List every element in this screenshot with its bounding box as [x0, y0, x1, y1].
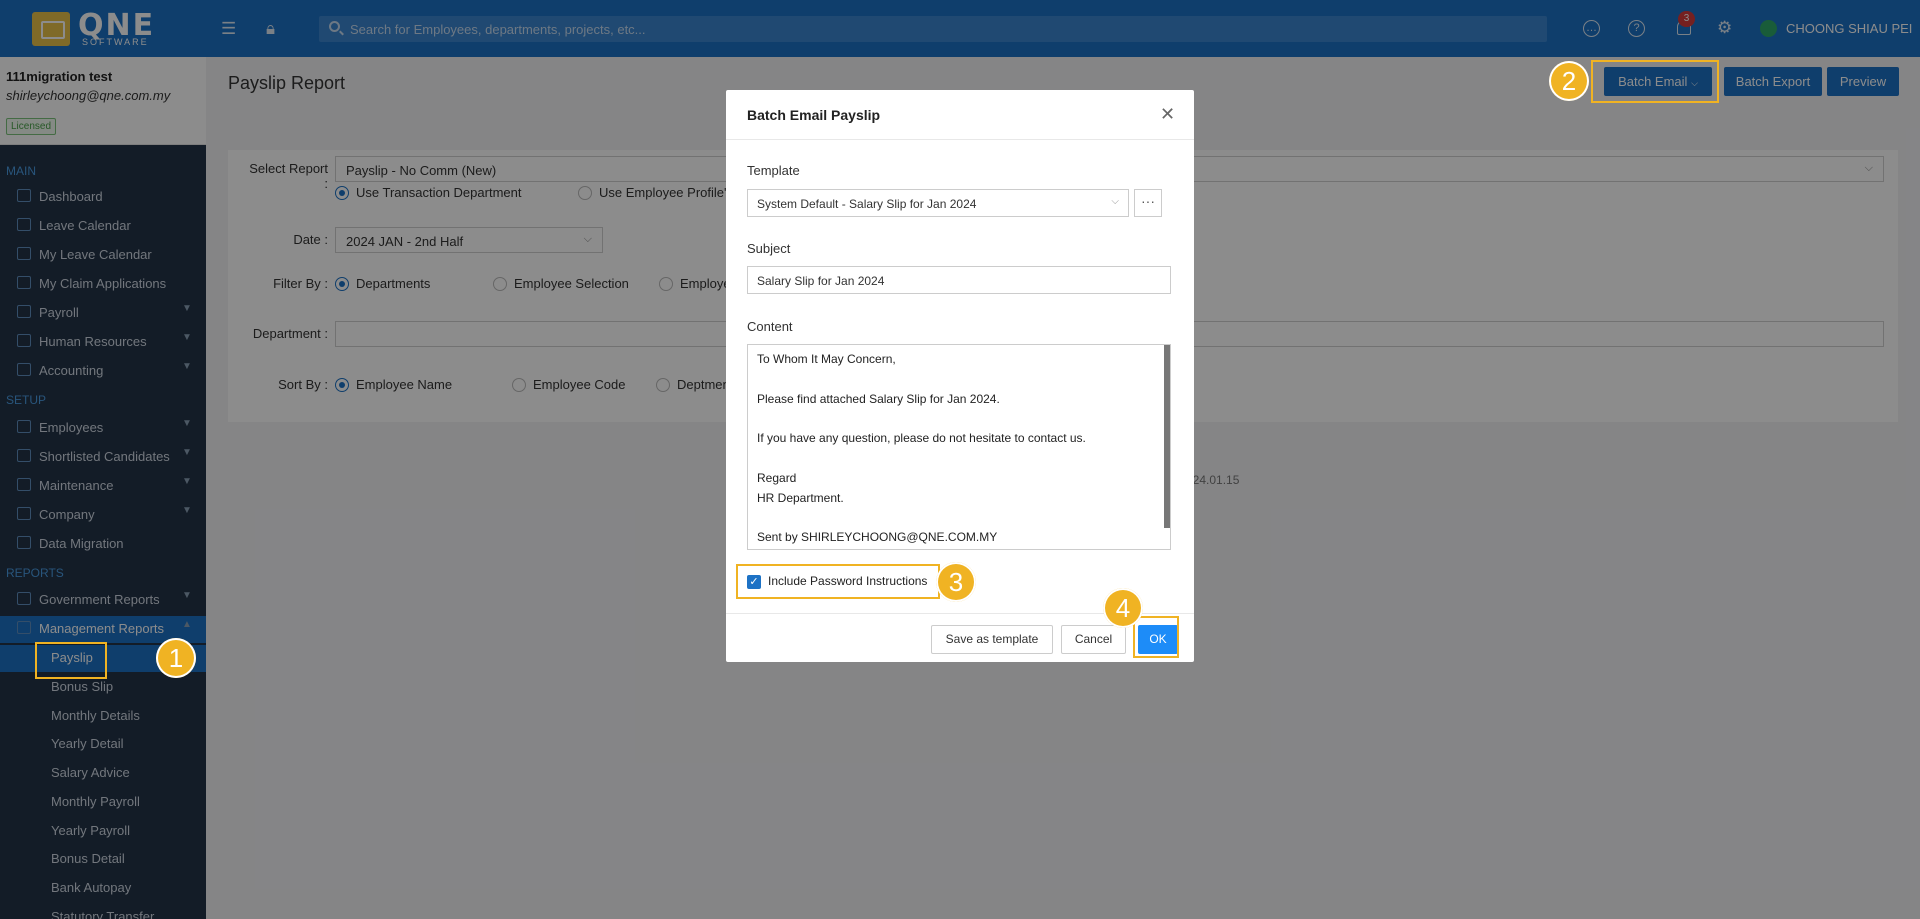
subject-label: Subject — [747, 241, 791, 256]
cancel-button[interactable]: Cancel — [1061, 625, 1126, 654]
template-dropdown[interactable]: System Default - Salary Slip for Jan 202… — [747, 189, 1129, 217]
highlight-ok-button — [1133, 616, 1179, 658]
subject-value: Salary Slip for Jan 2024 — [757, 274, 885, 288]
chevron-down-icon: ⌵ — [1111, 196, 1119, 207]
content-line: Sent by SHIRLEYCHOONG@QNE.COM.MY — [757, 530, 998, 544]
callout-number-4: 4 — [1103, 588, 1143, 628]
content-scrollbar[interactable] — [1164, 345, 1170, 528]
callout-number-1: 1 — [156, 638, 196, 678]
highlight-include-password — [736, 564, 940, 599]
content-line: If you have any question, please do not … — [757, 431, 1086, 445]
subject-input[interactable]: Salary Slip for Jan 2024 — [747, 266, 1171, 294]
content-line: Please find attached Salary Slip for Jan… — [757, 392, 1000, 406]
save-as-template-button[interactable]: Save as template — [931, 625, 1053, 654]
content-line: HR Department. — [757, 491, 844, 505]
content-textarea[interactable]: To Whom It May Concern, Please find atta… — [747, 344, 1171, 550]
template-more-button[interactable]: ··· — [1134, 189, 1162, 217]
content-line: To Whom It May Concern, — [757, 352, 896, 366]
dialog-header-divider — [726, 139, 1194, 140]
dialog-title: Batch Email Payslip — [747, 107, 881, 123]
highlight-batch-email — [1591, 60, 1719, 103]
callout-number-2: 2 — [1549, 61, 1589, 101]
content-label: Content — [747, 319, 793, 334]
template-value: System Default - Salary Slip for Jan 202… — [757, 197, 977, 211]
template-label: Template — [747, 163, 800, 178]
highlight-payslip — [35, 642, 107, 679]
content-line: Regard — [757, 471, 797, 485]
close-icon[interactable]: ✕ — [1160, 104, 1175, 125]
callout-number-3: 3 — [936, 562, 976, 602]
